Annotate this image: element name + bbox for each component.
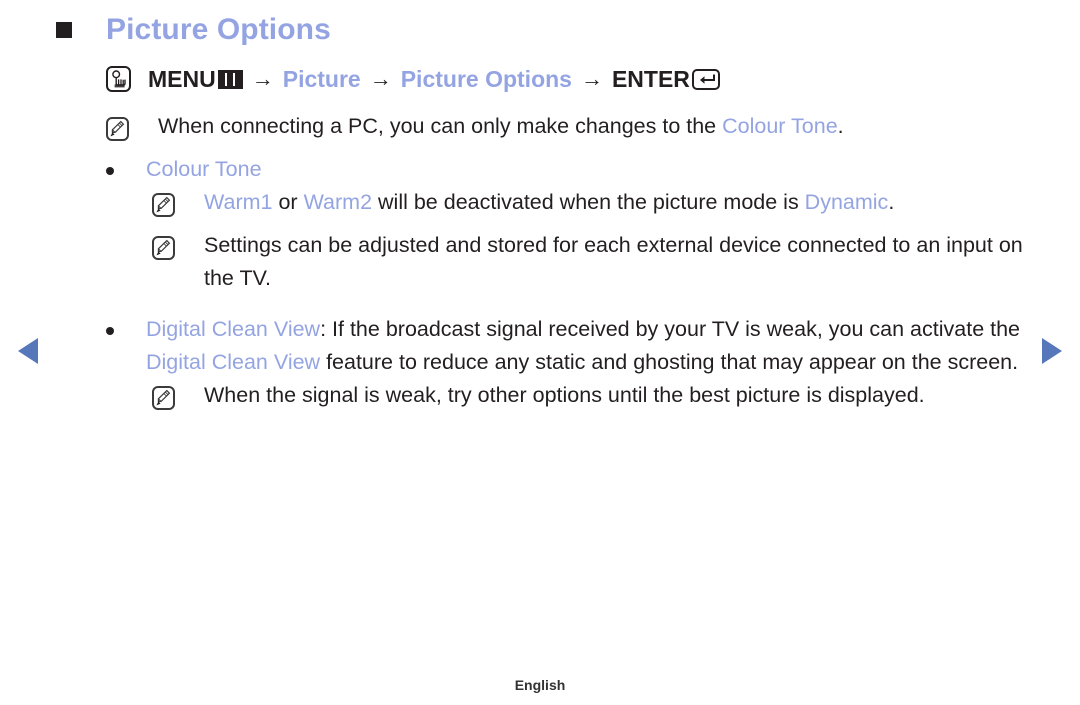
note-pencil-icon [152,193,175,217]
touch-hand-icon [106,66,131,92]
note-text: Settings can be adjusted and stored for … [204,229,1036,295]
bullet-dot-icon [106,167,114,175]
bullet-label-digital-clean-view: Digital Clean View [146,317,321,341]
menu-label: MENU [148,65,216,92]
previous-page-arrow[interactable] [18,338,38,364]
page-title: Picture Options [56,13,331,47]
path-arrow-2: → [369,66,392,91]
menu-path-text: MENU → Picture → Picture Options → ENTER [148,66,720,93]
manual-page: Picture Options MENU → Picture → Picture… [0,0,1080,705]
note-row: Warm1 or Warm2 will be deactivated when … [152,186,1036,219]
note-part-accent: Warm2 [303,190,373,214]
note-part: When connecting a PC, you can only make … [158,114,723,138]
next-page-arrow[interactable] [1042,338,1062,364]
menu-step-picture-options[interactable]: Picture Options [401,66,572,93]
note-part: . [837,114,844,138]
bullet-part-accent: Digital Clean View [146,350,321,374]
bullet-text: Colour Tone [146,153,262,186]
note-row: When connecting a PC, you can only make … [106,110,1036,143]
menu-path-line: MENU → Picture → Picture Options → ENTER [106,62,1036,96]
note-part-accent: Dynamic [804,190,889,214]
path-arrow-1: → [251,66,274,91]
footer-language: English [514,677,566,693]
note-text: Warm1 or Warm2 will be deactivated when … [204,186,894,219]
title-square-marker [56,22,72,38]
page-content: MENU → Picture → Picture Options → ENTER [106,62,1036,414]
bullet-label-colour-tone: Colour Tone [146,157,262,181]
bullet-text: Digital Clean View: If the broadcast sig… [146,313,1036,379]
page-title-text: Picture Options [106,13,331,46]
note-part: Settings can be adjusted and stored for … [204,233,1023,290]
sub-note-group: Warm1 or Warm2 will be deactivated when … [152,186,1036,295]
note-text: When the signal is weak, try other optio… [204,379,925,412]
note-pencil-icon [152,386,175,410]
bullet-part: : If the broadcast signal received by yo… [320,317,1021,341]
bullet-part: feature to reduce any static and ghostin… [320,350,1019,374]
menu-grid-icon [217,69,243,89]
sub-note-group: When the signal is weak, try other optio… [152,379,1036,412]
note-part: or [272,190,304,214]
note-text: When connecting a PC, you can only make … [158,110,844,143]
note-part-accent: Colour Tone [722,114,838,138]
note-part: When the signal is weak, try other optio… [204,383,925,407]
list-item: Digital Clean View: If the broadcast sig… [106,313,1036,379]
note-pencil-icon [106,117,129,141]
note-row: When the signal is weak, try other optio… [152,379,1036,412]
note-row: Settings can be adjusted and stored for … [152,229,1036,295]
note-part-accent: Warm1 [204,190,273,214]
list-item: Colour Tone [106,153,1036,186]
enter-key-icon [691,68,720,90]
enter-label: ENTER [611,65,690,92]
path-arrow-3: → [580,66,603,91]
note-part: will be deactivated when the picture mod… [372,190,805,214]
bullet-dot-icon [106,327,114,335]
note-part: . [888,190,895,214]
menu-step-picture[interactable]: Picture [283,66,361,93]
note-pencil-icon [152,236,175,260]
